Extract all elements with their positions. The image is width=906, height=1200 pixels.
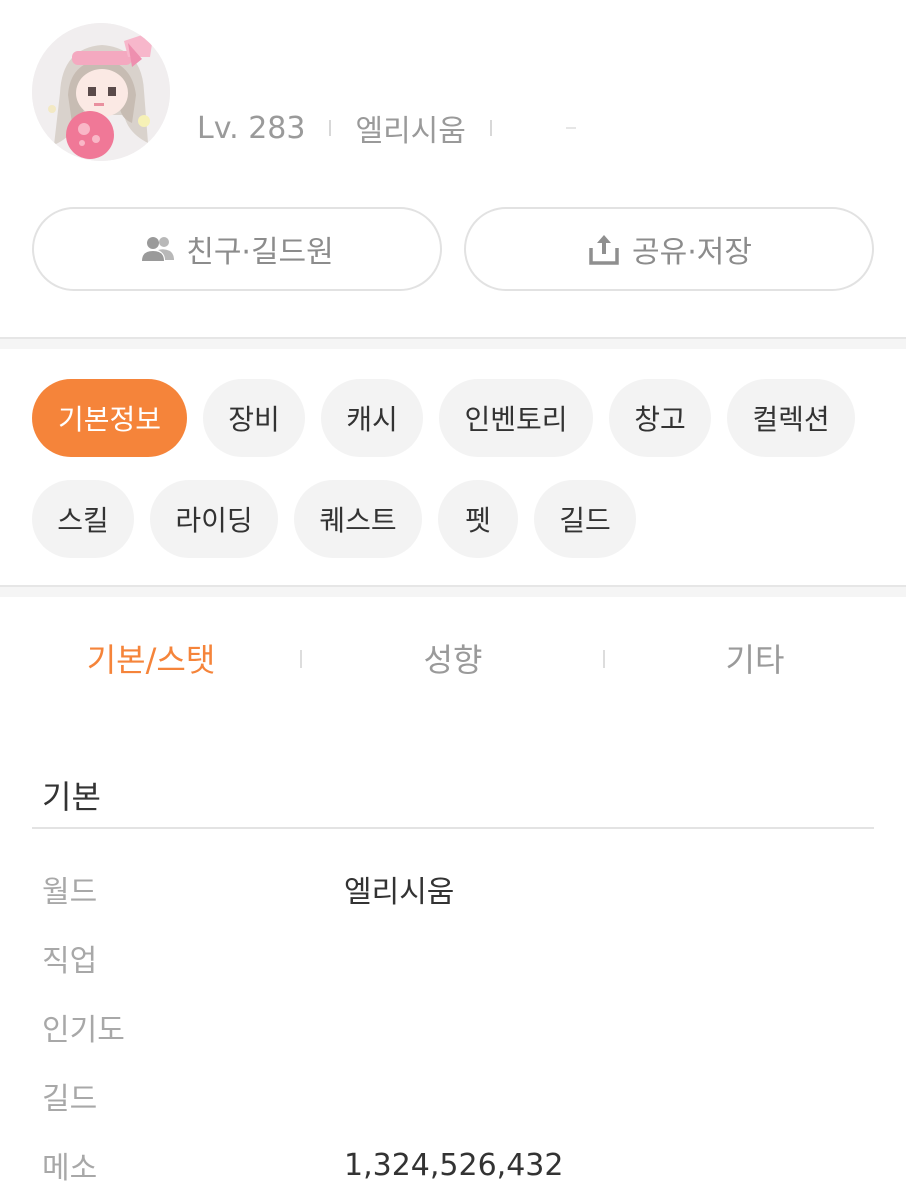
- info-key: 월드: [42, 875, 98, 910]
- action-buttons: 친구·길드원 공유·저장: [32, 207, 874, 291]
- tab-label: 스킬: [57, 504, 109, 537]
- tab-label: 길드: [559, 504, 611, 537]
- info-key: 직업: [42, 944, 98, 979]
- tab-label: 라이딩: [175, 504, 253, 537]
- share-upload-icon: [586, 231, 622, 267]
- tab-guild[interactable]: 길드: [534, 480, 636, 558]
- info-value: 엘리시움: [344, 875, 455, 910]
- category-tabs-row-2: 스킬 라이딩 퀘스트 펫 길드: [32, 480, 892, 558]
- subtab-separator: [300, 650, 302, 668]
- tab-label: 기본정보: [57, 403, 162, 436]
- section-underline: [32, 827, 874, 829]
- tab-skill[interactable]: 스킬: [32, 480, 134, 558]
- section-divider: [0, 585, 906, 597]
- profile-meta: Lv. 283 엘리시움: [197, 108, 576, 149]
- subtab-basic-stat[interactable]: 기본/스탯: [0, 635, 302, 681]
- subtab-disposition[interactable]: 성향: [302, 635, 604, 681]
- tab-storage[interactable]: 창고: [609, 379, 711, 457]
- info-row-world: 월드 엘리시움: [42, 867, 872, 911]
- tab-label: 퀘스트: [319, 504, 397, 537]
- tab-collection[interactable]: 컬렉션: [727, 379, 855, 457]
- friends-guild-button[interactable]: 친구·길드원: [32, 207, 442, 291]
- subtab-etc[interactable]: 기타: [604, 635, 906, 681]
- hidden-text-placeholder: [565, 127, 576, 129]
- meta-separator: [489, 120, 492, 136]
- tab-riding[interactable]: 라이딩: [150, 480, 278, 558]
- info-key: 길드: [42, 1082, 98, 1117]
- share-save-label: 공유·저장: [632, 235, 752, 270]
- info-row-job: 직업: [42, 936, 872, 980]
- section-divider: [0, 337, 906, 349]
- tab-label: 인벤토리: [464, 403, 568, 436]
- tab-equipment[interactable]: 장비: [203, 379, 305, 457]
- section-title: 기본: [42, 778, 101, 816]
- meta-separator: [329, 120, 332, 136]
- subtab-separator: [603, 650, 605, 668]
- tab-label: 캐시: [346, 403, 398, 436]
- friends-guild-label: 친구·길드원: [186, 235, 334, 270]
- info-key: 메소: [42, 1151, 98, 1186]
- share-save-button[interactable]: 공유·저장: [464, 207, 874, 291]
- tab-label: 창고: [634, 403, 686, 436]
- profile-header: Lv. 283 엘리시움: [0, 0, 906, 200]
- tab-label: 장비: [228, 403, 280, 436]
- category-tabs-row-1: 기본정보 장비 캐시 인벤토리 창고 컬렉션: [32, 379, 892, 457]
- info-row-meso: 메소 1,324,526,432: [42, 1143, 872, 1187]
- tab-quest[interactable]: 퀘스트: [294, 480, 422, 558]
- tab-inventory[interactable]: 인벤토리: [439, 379, 593, 457]
- tab-label: 펫: [465, 504, 491, 537]
- info-value: 1,324,526,432: [344, 1147, 564, 1183]
- level-text: Lv. 283: [197, 110, 306, 146]
- info-row-guild: 길드: [42, 1074, 872, 1118]
- character-avatar-icon: [32, 23, 170, 161]
- tab-basic-info[interactable]: 기본정보: [32, 379, 187, 457]
- tab-cash[interactable]: 캐시: [321, 379, 423, 457]
- avatar: [32, 23, 170, 161]
- world-text: 엘리시움: [355, 114, 466, 149]
- tab-pet[interactable]: 펫: [438, 480, 518, 558]
- sub-tabs: 기본/스탯 성향 기타: [0, 628, 906, 688]
- people-icon: [140, 231, 176, 267]
- tab-label: 컬렉션: [752, 403, 830, 436]
- info-key: 인기도: [42, 1013, 125, 1048]
- info-row-popularity: 인기도: [42, 1005, 872, 1049]
